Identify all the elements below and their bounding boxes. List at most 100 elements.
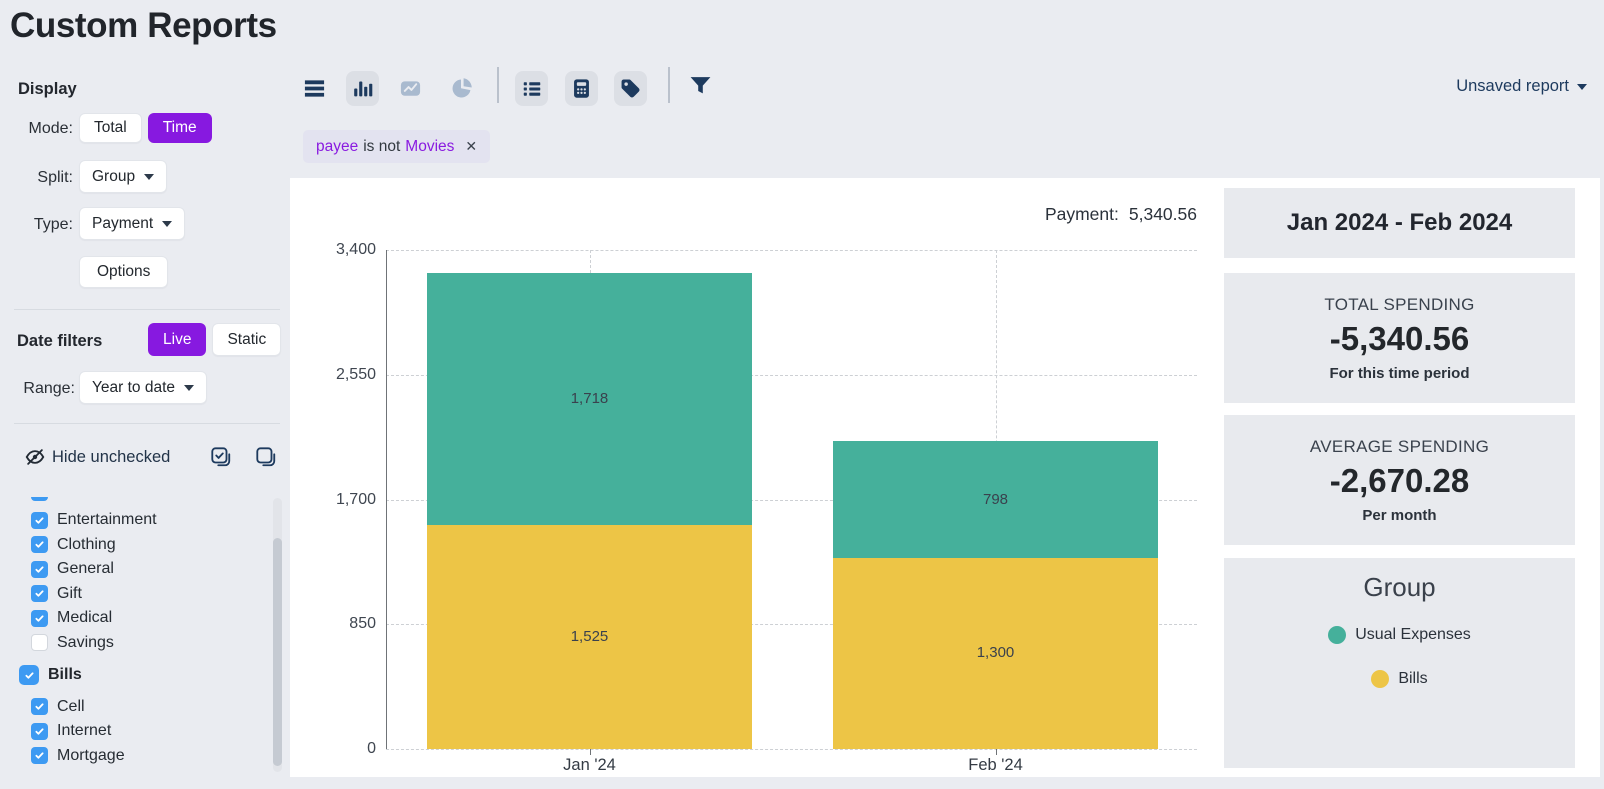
category-row-savings[interactable]: Savings (0, 631, 272, 656)
display-section-heading: Display (18, 80, 77, 98)
legend-rows: Usual Expenses Bills (1224, 623, 1575, 691)
page-title: Custom Reports (10, 6, 277, 45)
report-menu-label: Unsaved report (1456, 77, 1569, 95)
category-row-mortgage[interactable]: Mortgage (0, 744, 272, 769)
category-row-gift[interactable]: Gift (0, 582, 272, 607)
checkbox-checked[interactable] (31, 560, 48, 578)
menu-icon[interactable] (303, 77, 326, 100)
mode-total-button[interactable]: Total (79, 113, 142, 143)
filter-icon[interactable] (688, 73, 713, 98)
calculator-icon[interactable] (565, 71, 598, 106)
stat-title: AVERAGE SPENDING (1309, 436, 1490, 456)
category-row-general[interactable]: General (0, 557, 272, 582)
divider (14, 309, 280, 310)
tags-icon[interactable] (614, 71, 647, 106)
category-row-entertainment[interactable]: Entertainment (0, 508, 272, 533)
bar-chart-icon[interactable] (346, 71, 379, 106)
y-axis-tick-label: 1,700 (335, 490, 376, 508)
category-filter-list: Entertainment Clothing General Gift Medical S… (0, 508, 272, 768)
chevron-down-icon (184, 384, 195, 391)
date-static-button[interactable]: Static (212, 323, 282, 356)
stat-value: -5,340.56 (1329, 319, 1470, 357)
report-menu-dropdown[interactable]: Unsaved report (1456, 77, 1587, 96)
line-chart-icon[interactable] (399, 77, 422, 100)
select-all-icon[interactable] (210, 446, 232, 473)
mode-toggle: Total Time (79, 113, 212, 143)
bar-value-label: 1,300 (976, 644, 1015, 662)
payment-value: 5,340.56 (1128, 204, 1197, 224)
x-axis-tick (589, 749, 591, 755)
range-value: Year to date (92, 378, 176, 396)
chevron-down-icon (162, 220, 173, 227)
legend-color-dot (1328, 626, 1347, 644)
category-row-internet[interactable]: Internet (0, 719, 272, 744)
checkbox-checked[interactable] (31, 536, 48, 554)
checkbox-checked[interactable] (31, 511, 48, 529)
legend-label: Usual Expenses (1355, 626, 1471, 643)
checkbox-checked[interactable] (31, 698, 48, 716)
category-label: Savings (57, 633, 114, 651)
scrollbar-thumb[interactable] (273, 538, 282, 766)
x-axis-tick-label: Jan '24 (563, 756, 616, 774)
bar-value-label: 798 (982, 491, 1009, 509)
chip-operator: is not (363, 137, 401, 155)
period-text: Jan 2024 - Feb 2024 (1286, 209, 1513, 236)
category-label: General (57, 560, 114, 578)
y-axis-tick-label: 0 (367, 740, 376, 757)
y-axis-tick-label: 850 (349, 615, 376, 633)
options-button[interactable]: Options (79, 256, 169, 288)
clipped-checkbox (31, 497, 48, 501)
stat-title: TOTAL SPENDING (1324, 294, 1475, 314)
eye-off-icon[interactable] (24, 446, 46, 473)
legend-color-dot (1371, 670, 1390, 688)
x-axis-tick-label: Feb '24 (968, 756, 1023, 774)
checkbox-checked[interactable] (19, 665, 39, 685)
y-axis-tick-label: 2,550 (335, 365, 376, 383)
checkbox-checked[interactable] (31, 585, 48, 603)
date-filters-heading: Date filters (17, 332, 103, 350)
type-value: Payment (92, 214, 154, 232)
category-label: Gift (57, 584, 82, 602)
category-label: Clothing (57, 535, 116, 553)
stat-subtitle: For this time period (1329, 364, 1470, 382)
deselect-all-icon[interactable] (255, 446, 277, 473)
custom-reports-page: Custom Reports Display Mode: Total Time … (0, 0, 1604, 789)
checkbox-checked[interactable] (31, 722, 48, 740)
gridline (386, 749, 1197, 750)
category-row-bills[interactable]: Bills (0, 663, 272, 688)
list-view-icon[interactable] (515, 71, 548, 106)
category-label: Internet (57, 722, 112, 740)
checkbox-checked[interactable] (31, 747, 48, 765)
filter-condition-chip[interactable]: payee is not Movies ✕ (303, 130, 491, 163)
pie-chart-icon[interactable] (450, 76, 474, 100)
split-dropdown[interactable]: Group (79, 160, 168, 193)
checkbox-unchecked[interactable] (31, 634, 48, 652)
stat-value: -2,670.28 (1329, 461, 1470, 499)
bar-value-label: 1,718 (570, 390, 609, 408)
category-row-clothing[interactable]: Clothing (0, 533, 272, 558)
category-row-medical[interactable]: Medical (0, 606, 272, 631)
mode-time-button[interactable]: Time (147, 113, 212, 143)
payment-label: Payment: (1044, 204, 1119, 224)
checkbox-checked[interactable] (31, 609, 48, 627)
category-label: Entertainment (57, 511, 157, 529)
split-value: Group (92, 167, 136, 185)
x-axis-tick (995, 749, 997, 755)
divider (14, 423, 280, 424)
legend-card: Group Usual Expenses Bills (1224, 558, 1575, 768)
type-dropdown[interactable]: Payment (79, 207, 186, 240)
range-dropdown[interactable]: Year to date (79, 371, 208, 404)
chip-value: Movies (405, 137, 455, 155)
y-axis-tick-label: 3,400 (335, 241, 376, 258)
category-label: Bills (48, 666, 82, 683)
hide-unchecked-label[interactable]: Hide unchecked (52, 448, 170, 467)
split-label: Split: (37, 169, 73, 186)
type-label: Type: (33, 216, 73, 233)
hovered-total-readout: Payment: 5,340.56 (1045, 204, 1197, 225)
toolbar-divider (497, 67, 499, 103)
close-icon[interactable]: ✕ (465, 138, 477, 155)
legend-title: Group (1363, 572, 1436, 602)
summary-period-card: Jan 2024 - Feb 2024 (1224, 188, 1575, 258)
date-live-button[interactable]: Live (148, 323, 207, 356)
category-row-cell[interactable]: Cell (0, 695, 272, 720)
